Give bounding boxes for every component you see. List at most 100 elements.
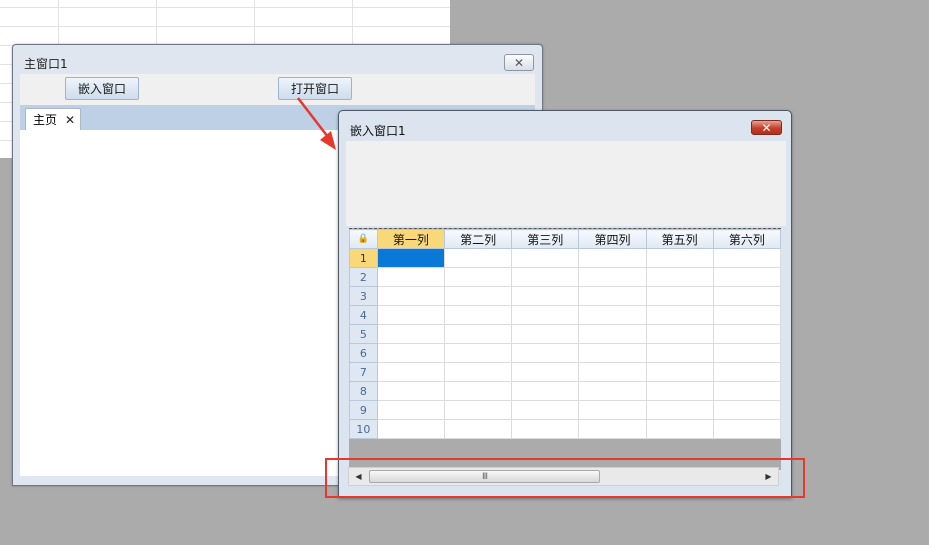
column-header[interactable]: 第一列 xyxy=(376,229,445,249)
horizontal-scrollbar[interactable]: ◀ III ▶ xyxy=(348,467,779,486)
grid-cell[interactable] xyxy=(578,305,647,325)
grid-cell[interactable] xyxy=(578,324,647,344)
grid-cell[interactable] xyxy=(578,343,647,363)
row-header[interactable]: 2 xyxy=(349,267,378,287)
column-header[interactable]: 第六列 xyxy=(712,229,781,249)
grid-cell[interactable] xyxy=(645,381,714,401)
table-row: 10 xyxy=(349,419,781,439)
table-row: 3 xyxy=(349,286,781,306)
grid-cell[interactable] xyxy=(376,419,445,439)
table-row: 9 xyxy=(349,400,781,420)
row-header[interactable]: 3 xyxy=(349,286,378,306)
column-header[interactable]: 第二列 xyxy=(443,229,513,249)
row-header[interactable]: 1 xyxy=(349,248,378,268)
grid-cell[interactable] xyxy=(511,343,580,363)
grid-cell[interactable] xyxy=(712,305,781,325)
grid-cell[interactable] xyxy=(511,419,580,439)
grid-cell[interactable] xyxy=(712,362,781,382)
grid-cell[interactable] xyxy=(645,419,714,439)
main-window-close-button[interactable]: ✕ xyxy=(504,54,534,71)
grid-cell[interactable] xyxy=(578,419,647,439)
embed-window-button[interactable]: 嵌入窗口 xyxy=(65,77,140,100)
grid-cell[interactable] xyxy=(443,305,513,325)
open-window-button[interactable]: 打开窗口 xyxy=(278,77,353,100)
data-grid[interactable]: 🔒 第一列 第二列 第三列 第四列 第五列 第六列 1 2 3 4 5 6 7 8 9 10 xyxy=(349,229,781,439)
scroll-right-arrow-icon[interactable]: ▶ xyxy=(760,468,777,485)
grid-cell[interactable] xyxy=(578,286,647,306)
grid-cell[interactable] xyxy=(443,343,513,363)
grid-cell[interactable] xyxy=(712,381,781,401)
grid-cell[interactable] xyxy=(511,324,580,344)
tab-close-icon[interactable]: ✕ xyxy=(65,113,75,127)
grid-cell[interactable] xyxy=(578,362,647,382)
column-header[interactable]: 第三列 xyxy=(511,229,580,249)
grid-area: 🔒 第一列 第二列 第三列 第四列 第五列 第六列 1 2 3 4 5 6 7 8 9 10 xyxy=(349,228,781,470)
grid-cell[interactable] xyxy=(376,267,445,287)
grid-cell[interactable] xyxy=(645,400,714,420)
row-header[interactable]: 5 xyxy=(349,324,378,344)
grid-cell[interactable] xyxy=(443,362,513,382)
grid-cell[interactable] xyxy=(511,286,580,306)
row-header[interactable]: 7 xyxy=(349,362,378,382)
grid-cell[interactable] xyxy=(443,267,513,287)
column-header[interactable]: 第四列 xyxy=(578,229,647,249)
grid-cell[interactable] xyxy=(645,305,714,325)
grid-cell[interactable] xyxy=(712,267,781,287)
grid-cell[interactable] xyxy=(511,267,580,287)
row-header[interactable]: 4 xyxy=(349,305,378,325)
main-window-title: 主窗口1 xyxy=(24,57,68,71)
grid-cell[interactable] xyxy=(645,343,714,363)
grid-cell[interactable] xyxy=(712,419,781,439)
tab-home[interactable]: 主页 ✕ xyxy=(25,108,81,130)
grid-cell[interactable] xyxy=(712,343,781,363)
grid-cell[interactable] xyxy=(645,267,714,287)
embedded-window-close-button[interactable]: ✕ xyxy=(751,120,782,135)
table-row: 4 xyxy=(349,305,781,325)
grid-cell[interactable] xyxy=(376,286,445,306)
grid-cell[interactable] xyxy=(376,362,445,382)
grid-cell[interactable] xyxy=(376,381,445,401)
grid-cell[interactable] xyxy=(443,381,513,401)
grid-cell[interactable] xyxy=(443,324,513,344)
grid-cell[interactable] xyxy=(645,324,714,344)
grid-cell[interactable] xyxy=(712,324,781,344)
row-header[interactable]: 9 xyxy=(349,400,378,420)
tab-home-label: 主页 xyxy=(33,113,58,127)
grid-cell[interactable] xyxy=(511,248,580,268)
table-row: 2 xyxy=(349,267,781,287)
grid-cell[interactable] xyxy=(443,248,513,268)
grid-cell[interactable] xyxy=(578,248,647,268)
table-row: 7 xyxy=(349,362,781,382)
column-header[interactable]: 第五列 xyxy=(645,229,714,249)
embedded-window: 嵌入窗口1 ✕ 🔒 第一列 第二列 第三列 第四列 第五列 第六列 1 2 3 4 5 6 7 8 9 10 xyxy=(338,110,792,498)
grid-cell[interactable] xyxy=(511,400,580,420)
grid-cell[interactable] xyxy=(511,305,580,325)
scrollbar-thumb[interactable]: III xyxy=(369,470,600,483)
grid-cell[interactable] xyxy=(712,286,781,306)
grid-cell[interactable] xyxy=(443,419,513,439)
grid-cell[interactable] xyxy=(712,400,781,420)
grid-cell[interactable] xyxy=(578,400,647,420)
row-header[interactable]: 10 xyxy=(349,419,378,439)
active-cell[interactable] xyxy=(376,248,445,268)
grid-cell[interactable] xyxy=(712,248,781,268)
grid-corner-lock-icon[interactable]: 🔒 xyxy=(349,229,378,249)
grid-cell[interactable] xyxy=(376,324,445,344)
grid-cell[interactable] xyxy=(443,286,513,306)
grid-cell[interactable] xyxy=(578,267,647,287)
grid-cell[interactable] xyxy=(645,248,714,268)
grid-cell[interactable] xyxy=(376,343,445,363)
row-header[interactable]: 8 xyxy=(349,381,378,401)
main-toolbar: 嵌入窗口 打开窗口 xyxy=(20,74,535,105)
grid-cell[interactable] xyxy=(511,362,580,382)
grid-cell[interactable] xyxy=(645,362,714,382)
scroll-left-arrow-icon[interactable]: ◀ xyxy=(350,468,367,485)
grid-cell[interactable] xyxy=(443,400,513,420)
row-header[interactable]: 6 xyxy=(349,343,378,363)
grid-cell[interactable] xyxy=(645,286,714,306)
embedded-window-panel xyxy=(346,141,786,226)
grid-cell[interactable] xyxy=(578,381,647,401)
grid-cell[interactable] xyxy=(376,305,445,325)
grid-cell[interactable] xyxy=(511,381,580,401)
grid-cell[interactable] xyxy=(376,400,445,420)
